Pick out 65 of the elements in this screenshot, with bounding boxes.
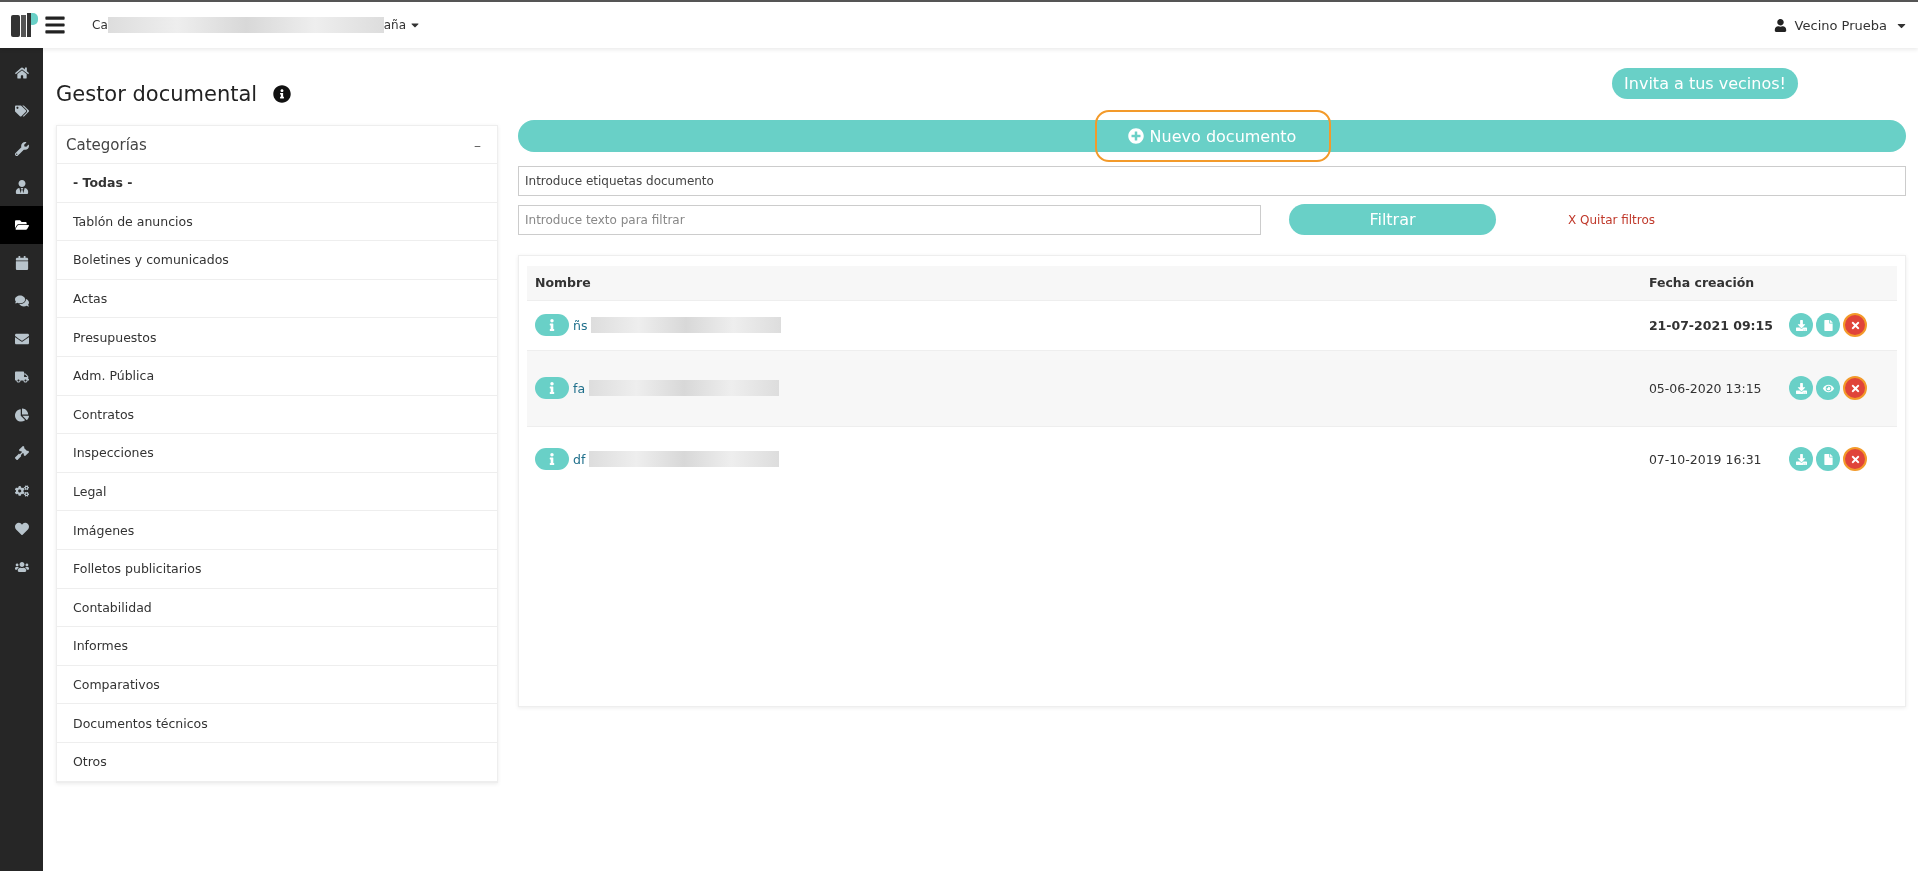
category-item[interactable]: Tablón de anuncios (57, 202, 497, 242)
user-menu[interactable]: Vecino Prueba (1773, 17, 1908, 33)
chat-icon (14, 294, 29, 308)
settings-icon (14, 484, 29, 498)
close-icon (1849, 319, 1861, 331)
folder-icon (14, 218, 29, 232)
gavel-icon (14, 446, 29, 460)
category-item[interactable]: Documentos técnicos (57, 704, 497, 743)
info-icon[interactable] (273, 85, 292, 103)
category-item[interactable]: Boletines y comunicados (57, 241, 497, 280)
envelope-icon (14, 332, 29, 346)
delete-button[interactable] (1843, 376, 1867, 400)
category-item[interactable]: Informes (57, 627, 497, 666)
close-icon (1849, 382, 1861, 394)
document-link[interactable]: ñs (573, 317, 588, 333)
page-title: Gestor documental (56, 82, 258, 106)
collapse-toggle[interactable]: – (474, 136, 481, 153)
user-icon (1773, 18, 1787, 32)
document-link[interactable]: df (573, 451, 586, 467)
close-icon (1849, 453, 1861, 465)
category-item[interactable]: Inspecciones (57, 434, 497, 473)
date-cell: 05-06-2020 13:15 (1648, 380, 1762, 396)
truck-icon (14, 370, 29, 384)
eye-icon (1822, 382, 1834, 394)
date-cell: 07-10-2019 16:31 (1648, 451, 1762, 467)
category-item[interactable]: Folletos publicitarios (57, 549, 497, 589)
download-icon (1795, 453, 1807, 465)
logo-icon (10, 12, 40, 38)
tags-icon (14, 104, 29, 118)
wrench-icon (14, 142, 29, 156)
category-item[interactable]: Contratos (57, 395, 497, 435)
category-item[interactable]: Adm. Pública (57, 356, 497, 396)
category-item[interactable]: Contabilidad (57, 588, 497, 628)
file-icon (1822, 453, 1834, 465)
tags-field[interactable]: Introduce etiquetas documento (518, 166, 1906, 196)
download-icon (1795, 319, 1807, 331)
date-cell: 21-07-2021 09:15 (1648, 317, 1773, 333)
category-item[interactable]: Legal (57, 472, 497, 512)
users-icon (14, 560, 29, 574)
document-link[interactable]: fa (573, 380, 586, 396)
column-header: Nombre (527, 266, 1641, 300)
person-icon (14, 180, 29, 194)
home-icon (14, 66, 29, 80)
delete-button[interactable] (1843, 313, 1867, 337)
column-header: Fecha creación (1640, 266, 1781, 300)
category-item[interactable]: Comparativos (57, 665, 497, 705)
plus-icon (1127, 128, 1144, 144)
community-name: aña (383, 18, 407, 32)
sidebar-item[interactable] (0, 206, 43, 244)
menu-icon[interactable] (44, 14, 66, 36)
category-item[interactable]: Actas (57, 279, 497, 319)
community-name: Ca (92, 18, 108, 32)
category-item[interactable]: Otros (57, 742, 497, 782)
category-item[interactable]: Imágenes (57, 511, 497, 550)
pie-chart-icon (14, 408, 29, 422)
download-icon (1795, 382, 1807, 394)
calendar-icon (14, 256, 29, 270)
clear-filters-link[interactable]: X Quitar filtros (1568, 212, 1656, 227)
heart-icon (14, 522, 29, 536)
delete-button[interactable] (1843, 447, 1867, 472)
category-item[interactable]: Presupuestos (57, 318, 497, 357)
filter-text-field[interactable]: Introduce texto para filtrar (518, 204, 1261, 235)
panel-title: Categorías (66, 135, 147, 154)
category-item[interactable]: - Todas - (57, 164, 497, 203)
file-icon (1822, 319, 1834, 331)
